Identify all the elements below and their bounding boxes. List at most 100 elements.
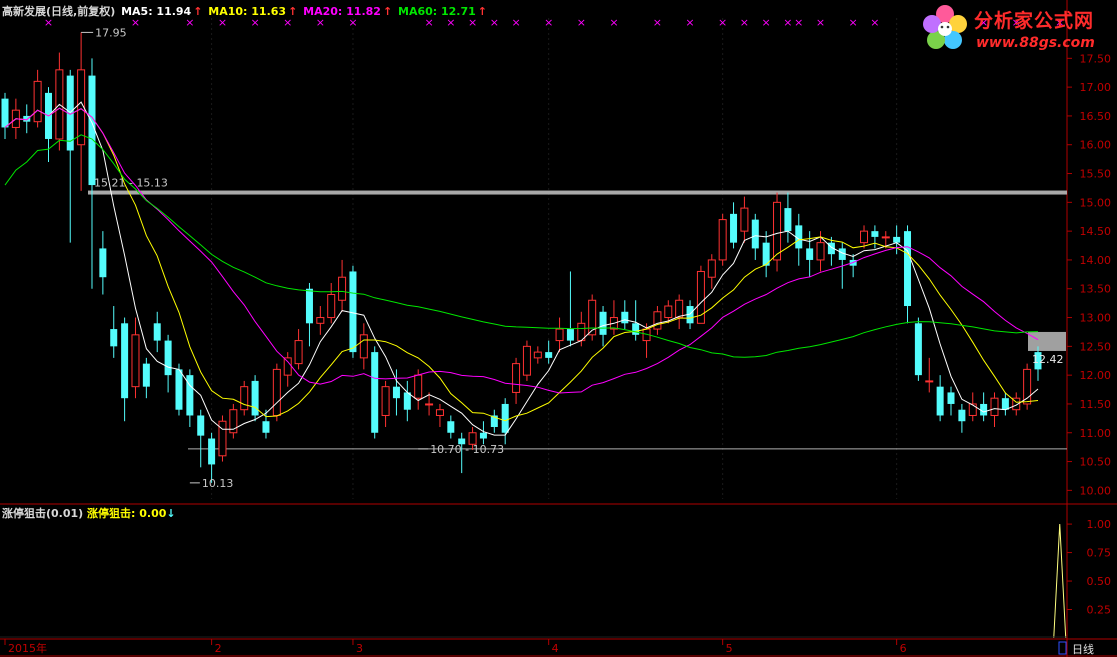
signal-marker: ×	[577, 16, 586, 29]
candle-body-up	[338, 276, 347, 301]
time-tick-label: 2	[215, 642, 222, 655]
candle-body-down	[947, 392, 955, 404]
price-tick-label: 16.50	[1080, 110, 1112, 123]
candle-body-up	[881, 236, 890, 239]
indicator-spike	[1053, 524, 1067, 639]
ma60-arrow: ↑	[477, 5, 488, 18]
time-tick-label: 4	[552, 642, 559, 655]
candle-body-down	[914, 323, 922, 376]
candle-body-down	[980, 403, 988, 416]
signal-marker: ×	[794, 16, 803, 29]
period-selector[interactable]: 日线	[1072, 641, 1094, 657]
candle-body-down	[23, 115, 31, 122]
candle-body-down	[403, 392, 411, 410]
indicator-tick-label: 0.75	[1087, 547, 1112, 560]
price-tick-label: 16.00	[1080, 139, 1112, 152]
time-tick-label: 2015年	[8, 641, 47, 655]
indicator-title: 涨停狙击(0.01)	[2, 507, 84, 520]
price-zone	[1028, 331, 1066, 351]
candle-body-up	[653, 311, 662, 330]
price-tick-label: 11.50	[1080, 398, 1112, 411]
candle-body-up	[555, 328, 564, 342]
price-tick-label: 12.50	[1080, 340, 1112, 353]
signal-marker: ×	[685, 16, 694, 29]
candle-body-up	[664, 305, 673, 319]
ma60-label: MA60: 12.71	[398, 5, 476, 18]
signal-marker: ×	[544, 16, 553, 29]
signal-marker: ×	[762, 16, 771, 29]
candle-body-up	[522, 345, 531, 376]
indicator-value: 涨停狙击: 0.00	[87, 507, 167, 520]
ma5-label: MA5: 11.94	[121, 5, 192, 18]
candle-body-down	[904, 231, 912, 307]
candle-body-down	[806, 248, 814, 260]
price-annotation: 10.70 - 10.73	[430, 443, 504, 456]
candle-body-down	[599, 311, 607, 335]
candle-body-down	[99, 248, 107, 278]
price-tick-label: 10.00	[1080, 484, 1112, 497]
candle-body-up	[860, 230, 869, 244]
candle-body-up	[272, 368, 281, 416]
candle-body-down	[958, 409, 966, 422]
indicator-arrow: ↓	[166, 507, 176, 520]
price-annotation: 17.95	[95, 26, 127, 39]
ma20-line	[4, 107, 1039, 394]
stock-title: 高新发展(日线,前复权)	[2, 5, 116, 18]
chart-header: 高新发展(日线,前复权) MA5: 11.94 ↑ MA10: 11.63 ↑ MA…	[2, 3, 489, 19]
candle-body-up	[316, 317, 325, 324]
candle-body-down	[142, 363, 150, 387]
price-tick-label: 17.00	[1080, 81, 1112, 94]
indicator-tick-label: 0.50	[1087, 575, 1112, 588]
candle-body-up	[740, 207, 749, 232]
candle-body-down	[349, 271, 357, 353]
price-tick-label: 15.50	[1080, 168, 1112, 181]
candle-body-down	[501, 403, 509, 433]
candle-body-up	[33, 80, 42, 123]
price-tick-label: 10.50	[1080, 456, 1112, 469]
candle-body-up	[359, 334, 368, 359]
flower-icon	[923, 5, 967, 49]
candle-body-down	[1, 98, 9, 128]
price-tick-label: 12.00	[1080, 369, 1112, 382]
indicator-tick-label: 1.00	[1087, 518, 1112, 531]
candle-body-down	[545, 352, 553, 358]
price-tick-label: 11.00	[1080, 427, 1112, 440]
kline-chart[interactable]: 17.5017.0016.5016.0015.5015.0014.5014.00…	[0, 0, 1117, 657]
candle-body-down	[164, 340, 172, 376]
signal-marker: ×	[783, 16, 792, 29]
candle-body-down	[621, 311, 629, 324]
price-tick-label: 13.00	[1080, 312, 1112, 325]
candle-body-down	[936, 386, 944, 416]
candle-body-down	[784, 208, 792, 232]
candle-body-down	[893, 236, 901, 243]
ma5-arrow: ↑	[193, 5, 203, 18]
logo-url: www.88gs.com	[976, 35, 1095, 51]
candle-body-down	[153, 323, 161, 341]
candle-body-up	[435, 409, 444, 416]
candle-body-down	[871, 231, 879, 237]
ma10-line	[4, 107, 1039, 422]
candle-body-down	[751, 219, 759, 249]
scroll-box-icon	[1058, 641, 1067, 655]
signal-marker: ×	[816, 16, 825, 29]
candle-body-down	[262, 421, 270, 433]
resistance-band	[88, 190, 1067, 195]
signal-marker: ×	[609, 16, 618, 29]
signal-marker: ×	[740, 16, 749, 29]
price-tick-label: 15.00	[1080, 196, 1112, 209]
signal-marker: ×	[849, 16, 858, 29]
candle-body-up	[773, 201, 782, 261]
ma20-arrow: ↑	[382, 5, 393, 18]
indicator-tick-label: 0.25	[1087, 604, 1112, 617]
candle-body-down	[208, 438, 216, 465]
price-annotation: 10.13	[202, 477, 234, 490]
price-tick-label: 13.50	[1080, 283, 1112, 296]
candle-body-down	[371, 352, 379, 433]
candle-body-down	[110, 329, 118, 347]
time-tick-label: 6	[900, 642, 907, 655]
candle-body-up	[718, 219, 727, 261]
candle-body-down	[566, 329, 574, 341]
candle-body-up	[968, 403, 977, 416]
stock-chart-window: 17.50 17.00 16.50 16.00 15.50 15.00 14.50 14.00…	[0, 0, 1117, 657]
candle-body-down	[197, 415, 205, 436]
